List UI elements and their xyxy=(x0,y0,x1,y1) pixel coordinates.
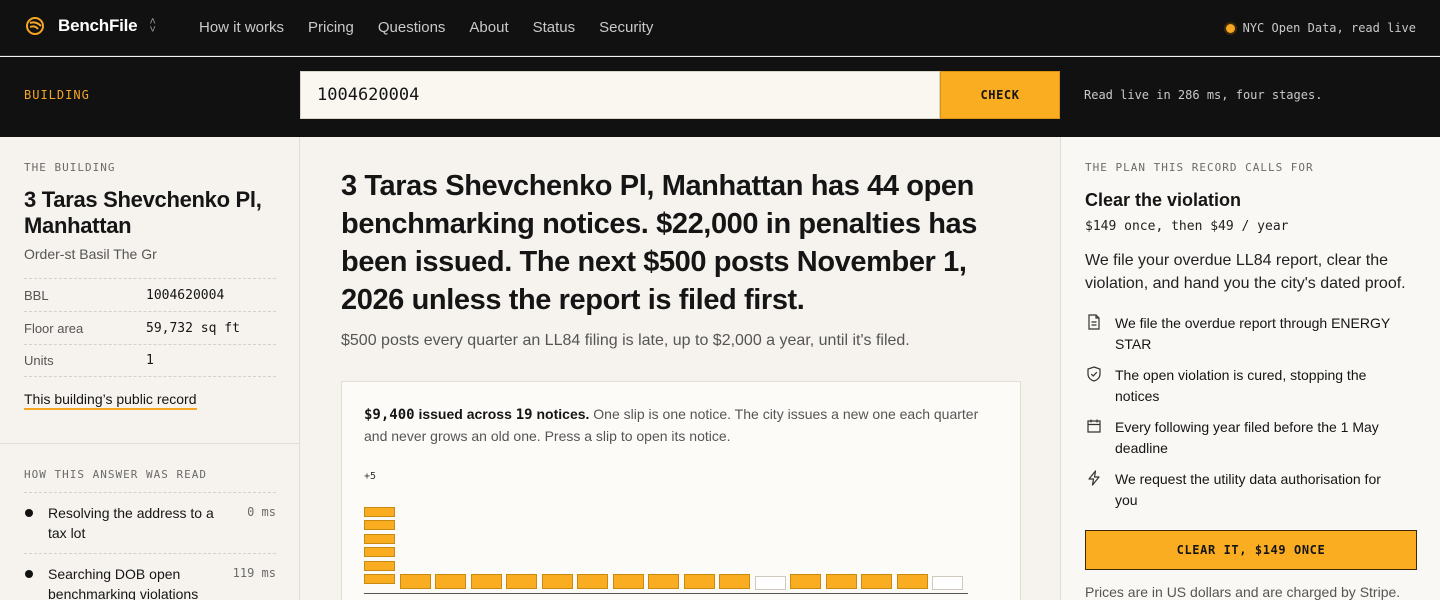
live-status: NYC Open Data, read live xyxy=(1225,21,1416,35)
live-status-text: NYC Open Data, read live xyxy=(1242,21,1416,35)
clear-it-button[interactable]: CLEAR IT, $149 ONCE xyxy=(1085,530,1417,570)
plan-feature-text: We request the utility data authorisatio… xyxy=(1115,471,1381,508)
fact-label: Units xyxy=(24,353,54,368)
plan-feature: We file the overdue report through ENERG… xyxy=(1085,313,1405,355)
notice-slip[interactable] xyxy=(470,574,502,589)
building-name: 3 Taras Shevchenko Pl, Manhattan xyxy=(24,187,262,238)
issued-label: issued across xyxy=(418,406,512,422)
read-steps: Resolving the address to a tax lot 0 ms … xyxy=(24,492,276,600)
plan-features: We file the overdue report through ENERG… xyxy=(1085,313,1405,521)
step-time: 0 ms xyxy=(247,505,276,519)
calendar-icon xyxy=(1087,419,1101,433)
notice-slip[interactable] xyxy=(683,574,715,589)
notice-count: 19 xyxy=(515,407,533,423)
plan-panel: THE PLAN THIS RECORD CALLS FOR Clear the… xyxy=(1060,137,1440,600)
notice-label: notices. xyxy=(536,406,590,422)
notice-slip[interactable] xyxy=(861,574,892,589)
plan-feature-text: The open violation is cured, stopping th… xyxy=(1115,367,1367,404)
notice-slip[interactable] xyxy=(719,574,750,589)
fact-row-bbl: BBL 1004620004 xyxy=(24,278,276,311)
how-eyebrow: HOW THIS ANSWER WAS READ xyxy=(24,468,207,481)
building-panel: THE BUILDING 3 Taras Shevchenko Pl, Manh… xyxy=(0,137,300,600)
notice-slip[interactable] xyxy=(790,574,821,589)
notice-slip[interactable] xyxy=(541,574,573,589)
brand-logo-icon xyxy=(26,17,44,35)
summary-headline: 3 Taras Shevchenko Pl, Manhattan has 44 … xyxy=(341,170,977,316)
notice-slip[interactable] xyxy=(364,533,395,544)
notice-slip-empty xyxy=(932,576,963,590)
read-time-note: Read live in 286 ms, four stages. xyxy=(1084,88,1323,102)
notice-slip[interactable] xyxy=(364,574,395,584)
fact-row-units: Units 1 xyxy=(24,344,276,377)
search-label: BUILDING xyxy=(24,88,90,102)
summary-panel: 3 Taras Shevchenko Pl, Manhattan has 44 … xyxy=(301,137,1060,600)
price-note: Prices are in US dollars and are charged… xyxy=(1085,584,1401,600)
step-dot-icon xyxy=(25,509,33,517)
fact-row-floor-area: Floor area 59,732 sq ft xyxy=(24,311,276,344)
step-text: Resolving the address to a tax lot xyxy=(48,505,214,541)
fact-value: 59,732 sq ft xyxy=(146,320,240,336)
chevron-up-down-icon[interactable]: ˄ ˅ xyxy=(149,17,155,36)
notice-slip[interactable] xyxy=(364,547,395,557)
fact-value: 1004620004 xyxy=(146,287,225,303)
notice-slip[interactable] xyxy=(896,574,928,589)
brand[interactable]: BenchFile ˄ ˅ xyxy=(26,16,156,36)
slips-axis xyxy=(364,593,968,594)
search-band: BUILDING CHECK Read live in 286 ms, four… xyxy=(0,57,1440,137)
issued-amount: $9,400 xyxy=(364,407,415,423)
fact-label: Floor area xyxy=(24,320,84,336)
plan-feature-text: We file the overdue report through ENERG… xyxy=(1115,315,1390,352)
building-eyebrow: THE BUILDING xyxy=(24,161,116,174)
summary-subline: $500 posts every quarter an LL84 filing … xyxy=(341,332,910,349)
read-step: Searching DOB open benchmarking violatio… xyxy=(24,553,276,600)
nav-link-pricing[interactable]: Pricing xyxy=(308,19,354,36)
notice-slip[interactable] xyxy=(577,574,608,589)
read-step: Resolving the address to a tax lot 0 ms xyxy=(24,492,276,553)
building-facts: BBL 1004620004 Floor area 59,732 sq ft U… xyxy=(24,278,276,377)
notice-slip[interactable] xyxy=(506,574,537,589)
step-text: Searching DOB open benchmarking violatio… xyxy=(48,566,199,600)
notice-slip[interactable] xyxy=(399,574,431,589)
plan-description: We file your overdue LL84 report, clear … xyxy=(1085,252,1406,292)
plan-title: Clear the violation xyxy=(1085,190,1242,210)
notice-slip[interactable] xyxy=(435,574,466,589)
nav-link-security[interactable]: Security xyxy=(599,19,653,36)
building-subtitle: Order-st Basil The Gr xyxy=(24,246,157,262)
fact-label: BBL xyxy=(24,287,49,303)
public-record-link[interactable]: This building’s public record xyxy=(24,391,197,410)
plan-price: $149 once, then $49 / year xyxy=(1085,219,1289,234)
nav-link-how-it-works[interactable]: How it works xyxy=(199,19,284,36)
brand-name: BenchFile xyxy=(58,16,138,35)
nav-link-questions[interactable]: Questions xyxy=(378,19,446,36)
plan-eyebrow: THE PLAN THIS RECORD CALLS FOR xyxy=(1085,161,1314,174)
plan-feature-text: Every following year filed before the 1 … xyxy=(1115,419,1379,456)
top-navigation: BenchFile ˄ ˅ How it works Pricing Questi… xyxy=(0,0,1440,56)
document-icon xyxy=(1088,314,1100,330)
live-status-dot-icon xyxy=(1225,23,1235,33)
overflow-count: +5 xyxy=(364,471,377,482)
plan-feature: We request the utility data authorisatio… xyxy=(1085,469,1405,511)
nav-link-about[interactable]: About xyxy=(469,19,508,36)
notice-slip[interactable] xyxy=(825,574,857,589)
notice-slip[interactable] xyxy=(364,560,395,571)
main-nav: How it works Pricing Questions About Sta… xyxy=(199,19,677,36)
building-search-input[interactable] xyxy=(300,71,940,119)
notice-slip[interactable] xyxy=(648,574,679,589)
shield-check-icon xyxy=(1087,366,1101,382)
notice-slip-empty xyxy=(754,576,786,590)
notice-slips-card: $9,400 issued across 19 notices. One sli… xyxy=(341,381,1021,600)
check-button[interactable]: CHECK xyxy=(940,71,1060,119)
notice-slip[interactable] xyxy=(364,520,395,530)
notice-slip[interactable] xyxy=(612,574,644,589)
nav-link-status[interactable]: Status xyxy=(533,19,576,36)
slips-heading: $9,400 issued across 19 notices. One sli… xyxy=(364,404,984,447)
plan-feature: Every following year filed before the 1 … xyxy=(1085,417,1405,459)
step-dot-icon xyxy=(25,570,33,578)
plan-feature: The open violation is cured, stopping th… xyxy=(1085,365,1405,407)
notice-slip[interactable] xyxy=(364,506,395,517)
step-time: 119 ms xyxy=(232,566,276,580)
section-divider xyxy=(0,443,300,444)
fact-value: 1 xyxy=(146,353,154,368)
lightning-icon xyxy=(1088,470,1100,486)
